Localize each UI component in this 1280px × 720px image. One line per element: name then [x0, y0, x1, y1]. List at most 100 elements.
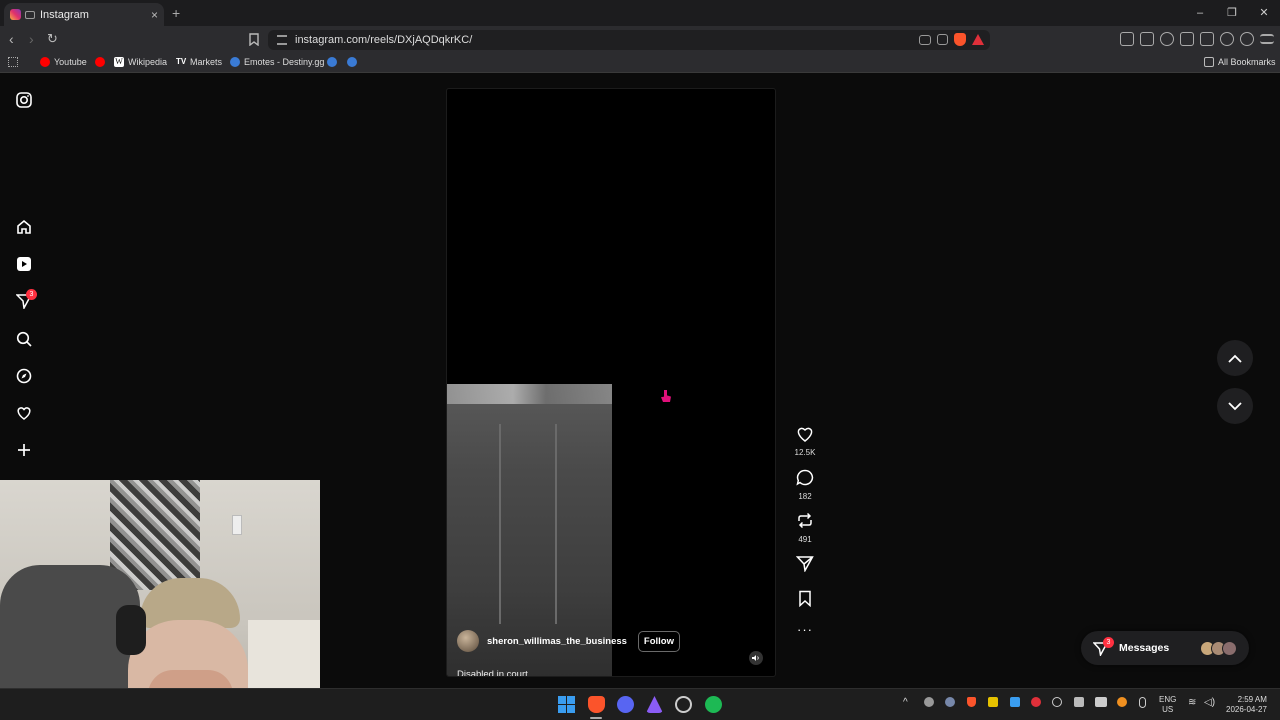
minimize-button[interactable]: –: [1184, 0, 1216, 26]
menu-icon[interactable]: [1260, 34, 1274, 44]
tray-app-icon[interactable]: [1095, 697, 1107, 707]
messages-button[interactable]: 3 Messages: [1081, 631, 1249, 665]
messages-label: Messages: [1119, 642, 1170, 654]
destiny-icon: [347, 57, 357, 67]
share-icon[interactable]: [937, 34, 948, 45]
author-username[interactable]: sheron_willimas_the_business: [487, 636, 627, 647]
chevron-down-icon: [1228, 401, 1242, 410]
bookmark-label: Markets: [190, 57, 223, 67]
heart-icon[interactable]: [15, 404, 33, 422]
follow-button[interactable]: Follow: [637, 630, 680, 652]
screenshot-icon[interactable]: [1140, 32, 1154, 46]
bookmark-destiny-3[interactable]: [347, 57, 361, 67]
browser-navbar: ‹ › ↻ instagram.com/reels/DXjAQDqkrKC/: [0, 26, 1280, 53]
language-indicator[interactable]: ENG US: [1159, 695, 1176, 715]
sidebar-toggle-icon[interactable]: [1180, 32, 1194, 46]
brave-tray-icon[interactable]: [967, 697, 976, 707]
all-bookmarks-label: All Bookmarks: [1218, 57, 1276, 67]
instagram-logo-icon[interactable]: [15, 91, 33, 109]
tradingview-icon: TV: [176, 57, 187, 66]
more-options-icon[interactable]: ···: [792, 622, 818, 637]
tray-app-icon[interactable]: [1031, 697, 1041, 707]
cast-icon[interactable]: [919, 35, 931, 45]
vpn-icon[interactable]: [1240, 32, 1254, 46]
tray-app-icon[interactable]: [1010, 697, 1020, 707]
bookmark-markets[interactable]: TV Markets: [176, 57, 222, 67]
all-bookmarks-button[interactable]: All Bookmarks: [1204, 57, 1276, 67]
create-icon[interactable]: [15, 441, 33, 459]
steam-icon[interactable]: [945, 697, 955, 707]
share-button[interactable]: [792, 555, 818, 577]
comment-button[interactable]: 182: [792, 469, 818, 501]
tray-app-icon[interactable]: [1117, 697, 1127, 707]
like-count: 12.5K: [794, 448, 816, 457]
back-icon[interactable]: ‹: [9, 31, 14, 47]
search-icon[interactable]: [15, 330, 33, 348]
webcam-overlay: [0, 480, 320, 720]
tray-app-icon[interactable]: [1052, 697, 1062, 707]
repost-icon: [798, 512, 812, 529]
new-tab-button[interactable]: +: [172, 5, 180, 21]
reel-player[interactable]: sheron_willimas_the_business Follow Disa…: [446, 88, 776, 677]
bookmark-wikipedia[interactable]: W Wikipedia: [114, 57, 167, 67]
clock[interactable]: 2:59 AM 2026-04-27: [1226, 695, 1267, 715]
restore-button[interactable]: ❐: [1216, 0, 1248, 26]
tab-audio-icon[interactable]: [25, 10, 35, 19]
save-button[interactable]: [792, 590, 818, 612]
brave-browser-icon[interactable]: [588, 696, 605, 713]
chevron-up-icon: [1228, 354, 1242, 363]
microphone-icon[interactable]: [1139, 697, 1146, 708]
url-text[interactable]: instagram.com/reels/DXjAQDqkrKC/: [295, 34, 472, 46]
browser-tab-instagram[interactable]: Instagram ×: [4, 3, 164, 26]
home-icon[interactable]: [15, 218, 33, 236]
reload-icon[interactable]: ↻: [47, 31, 58, 47]
media-icon[interactable]: [1160, 32, 1174, 46]
tab-close-button[interactable]: ×: [151, 8, 158, 22]
address-bar[interactable]: instagram.com/reels/DXjAQDqkrKC/: [268, 30, 990, 50]
like-button[interactable]: 12.5K: [792, 426, 818, 457]
bookmark-destiny[interactable]: Emotes - Destiny.gg: [230, 57, 324, 67]
discord-icon[interactable]: [617, 696, 634, 713]
close-window-button[interactable]: ✕: [1248, 0, 1280, 26]
lane-line: [555, 424, 557, 624]
repost-button[interactable]: 491: [792, 512, 818, 544]
folder-icon: [1204, 57, 1214, 67]
volume-icon[interactable]: ◁): [1204, 697, 1215, 708]
site-settings-icon[interactable]: [277, 35, 287, 45]
bookmark-youtube-2[interactable]: [95, 57, 109, 67]
tab-title: Instagram: [40, 8, 89, 21]
windows-start-icon[interactable]: [558, 696, 575, 713]
extensions-icon[interactable]: [1120, 32, 1134, 46]
volume-icon[interactable]: [749, 651, 763, 665]
bookmark-youtube[interactable]: Youtube: [40, 57, 87, 67]
destiny-icon: [327, 57, 337, 67]
tray-overflow-icon[interactable]: ^: [903, 697, 908, 708]
wallet-icon[interactable]: [1200, 32, 1214, 46]
spotify-icon[interactable]: [705, 696, 722, 713]
brave-shields-icon[interactable]: [954, 33, 966, 46]
tray-app-icon[interactable]: [988, 697, 998, 707]
youtube-icon: [40, 57, 50, 67]
leo-ai-icon[interactable]: [1220, 32, 1234, 46]
tray-app-icon[interactable]: [924, 697, 934, 707]
bookmark-destiny-2[interactable]: [327, 57, 341, 67]
apps-grid-icon[interactable]: [8, 57, 18, 67]
windows-taskbar: ^ ENG US ≋ ◁) 2:59 AM 2026-04-27: [0, 688, 1280, 720]
bookmarks-bar: Youtube W Wikipedia TV Markets Emotes - …: [0, 53, 1280, 73]
author-avatar[interactable]: [457, 630, 479, 652]
lang-bottom: US: [1162, 705, 1174, 714]
bookmark-page-icon[interactable]: [249, 33, 259, 46]
obs-icon[interactable]: [675, 696, 692, 713]
reels-icon[interactable]: [15, 255, 33, 273]
app-icon[interactable]: [646, 696, 663, 713]
previous-reel-button[interactable]: [1217, 340, 1253, 376]
brave-rewards-icon[interactable]: [972, 34, 984, 45]
tray-app-icon[interactable]: [1074, 697, 1084, 707]
next-reel-button[interactable]: [1217, 388, 1253, 424]
wifi-icon[interactable]: ≋: [1188, 697, 1196, 708]
send-icon: [795, 556, 814, 573]
explore-icon[interactable]: [15, 367, 33, 385]
bookmark-label: Youtube: [54, 57, 87, 67]
direct-icon[interactable]: 3: [15, 289, 37, 310]
forward-icon[interactable]: ›: [29, 31, 34, 47]
